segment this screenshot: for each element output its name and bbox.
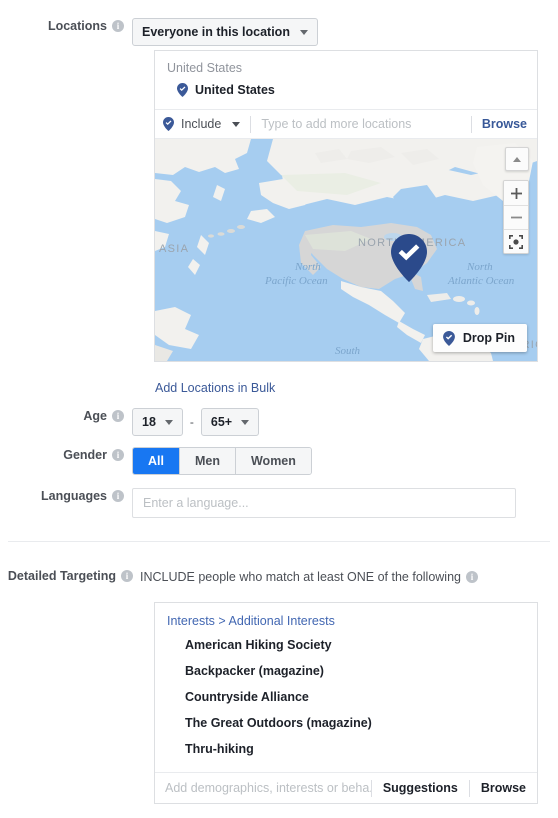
map-zoom-stack	[503, 180, 529, 254]
locations-map[interactable]: ASIA NORTH AMERICA SOUTH AMERICA North P…	[155, 139, 537, 361]
map-collapse-button[interactable]	[505, 147, 529, 171]
locations-info-icon[interactable]: i	[112, 20, 124, 32]
list-item[interactable]: Thru-hiking	[155, 736, 537, 762]
languages-input[interactable]	[132, 488, 516, 518]
age-max-select[interactable]: 65+	[200, 408, 260, 436]
locations-scope-value: Everyone in this location	[142, 25, 290, 39]
section-divider	[8, 541, 550, 542]
age-min-value: 18	[142, 415, 156, 429]
gender-label-text: Gender	[63, 448, 107, 462]
gender-option-all[interactable]: All	[133, 448, 180, 474]
map-pin-icon	[443, 330, 455, 346]
age-info-icon[interactable]: i	[112, 410, 124, 422]
drop-pin-label: Drop Pin	[462, 331, 515, 345]
include-exclude-value: Include	[181, 117, 222, 131]
detailed-targeting-panel: Interests > Additional Interests America…	[154, 602, 538, 804]
age-max-value: 65+	[210, 415, 233, 429]
gender-option-men[interactable]: Men	[179, 448, 236, 474]
chevron-down-icon	[232, 121, 241, 127]
interest-list: American Hiking Society Backpacker (maga…	[155, 628, 537, 772]
suggestions-button[interactable]: Suggestions	[372, 781, 469, 795]
list-item[interactable]: Countryside Alliance	[155, 684, 537, 710]
detailed-targeting-heading: INCLUDE people who match at least ONE of…	[140, 568, 478, 585]
detailed-targeting-label-text: Detailed Targeting	[7, 569, 116, 583]
drop-pin-button[interactable]: Drop Pin	[432, 324, 527, 352]
age-row: Age i 18 - 65+	[0, 408, 558, 436]
include-exclude-select[interactable]: Include	[163, 117, 250, 131]
detailed-targeting-heading-text: INCLUDE people who match at least ONE of…	[140, 569, 461, 584]
gender-row: Gender i All Men Women	[0, 447, 558, 475]
detailed-targeting-footer: Suggestions Browse	[155, 772, 537, 803]
locations-browse-button[interactable]: Browse	[472, 117, 537, 131]
map-pin-icon	[163, 117, 174, 131]
breadcrumb: Interests > Additional Interests	[155, 603, 537, 628]
map-zoom-in-button[interactable]	[504, 181, 528, 205]
locations-scope-select[interactable]: Everyone in this location	[132, 18, 318, 46]
plus-icon	[510, 187, 522, 199]
gender-label: Gender i	[0, 447, 132, 463]
detailed-targeting-info-icon[interactable]: i	[121, 570, 133, 582]
gender-segmented-control: All Men Women	[132, 447, 312, 475]
breadcrumb-root[interactable]: Interests	[167, 614, 215, 628]
chevron-down-icon	[164, 419, 173, 425]
age-controls: 18 - 65+	[132, 408, 260, 436]
gender-option-women[interactable]: Women	[235, 448, 311, 474]
list-item[interactable]: The Great Outdoors (magazine)	[155, 710, 537, 736]
locations-row: Locations i Everyone in this location	[0, 18, 558, 46]
ad-set-targeting-panel: Locations i Everyone in this location Un…	[0, 0, 558, 818]
chevron-down-icon	[241, 419, 250, 425]
age-label-text: Age	[83, 409, 107, 423]
age-range-dash: -	[189, 415, 194, 429]
languages-info-icon[interactable]: i	[112, 490, 124, 502]
age-min-select[interactable]: 18	[132, 408, 183, 436]
languages-label: Languages i	[0, 488, 132, 504]
add-locations-in-bulk-link[interactable]: Add Locations in Bulk	[155, 381, 275, 395]
list-item[interactable]: American Hiking Society	[155, 632, 537, 658]
detailed-targeting-heading-info-icon[interactable]: i	[466, 570, 478, 583]
detailed-targeting-row: Detailed Targeting i INCLUDE people who …	[0, 568, 558, 585]
locations-panel: United States United States Include Brow…	[154, 50, 538, 362]
detailed-targeting-input[interactable]	[165, 781, 371, 795]
chevron-down-icon	[299, 29, 308, 35]
list-item[interactable]: Backpacker (magazine)	[155, 658, 537, 684]
map-zoom-out-button[interactable]	[504, 205, 528, 229]
selected-location-name: United States	[195, 83, 275, 97]
detailed-targeting-label: Detailed Targeting i	[0, 568, 140, 584]
breadcrumb-separator: >	[218, 614, 226, 628]
location-include-row: Include Browse	[155, 109, 537, 139]
crosshair-icon	[509, 234, 523, 249]
selected-location-item[interactable]: United States	[155, 77, 537, 109]
chevron-up-icon	[513, 156, 521, 162]
minus-icon	[510, 216, 522, 219]
map-pin-icon	[177, 83, 188, 97]
breadcrumb-leaf[interactable]: Additional Interests	[229, 614, 335, 628]
locations-panel-header: United States	[167, 61, 243, 75]
map-controls	[503, 147, 529, 254]
map-recenter-button[interactable]	[504, 229, 528, 253]
location-search-input[interactable]	[251, 117, 471, 131]
languages-label-text: Languages	[41, 489, 107, 503]
locations-label-text: Locations	[47, 19, 107, 33]
detailed-targeting-browse-button[interactable]: Browse	[470, 781, 537, 795]
locations-label: Locations i	[0, 18, 132, 34]
gender-info-icon[interactable]: i	[112, 449, 124, 461]
languages-row: Languages i	[0, 488, 558, 518]
age-label: Age i	[0, 408, 132, 424]
